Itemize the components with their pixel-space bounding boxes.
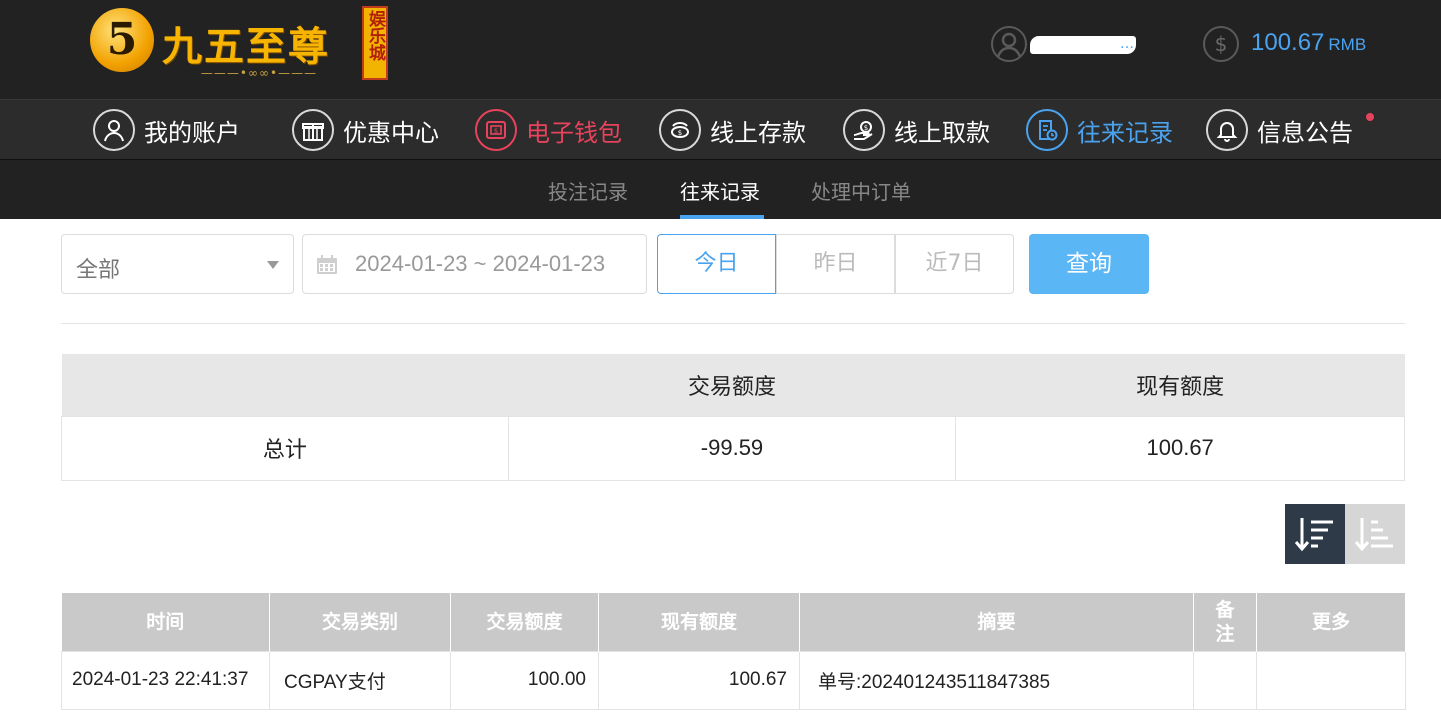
row-note (1193, 650, 1257, 710)
records-header-row: 时间 交易类别 交易额度 现有额度 摘要 备注 更多 (61, 593, 1406, 651)
nav-my-account[interactable]: 我的账户 (93, 108, 240, 152)
top-header: 5 九五至尊 ———•∞∞•——— 娱乐城 … $ 100.67 RMB (0, 0, 1441, 99)
bell-icon (1206, 109, 1248, 151)
records-icon (1026, 109, 1068, 151)
nav-label: 信息公告 (1257, 118, 1353, 147)
col-note: 备注 (1193, 593, 1257, 651)
date-range-picker[interactable]: 2024-01-23 ~ 2024-01-23 (302, 234, 647, 294)
logo-name: 九五至尊 (162, 23, 330, 70)
calendar-icon (317, 255, 337, 274)
nav-announcements[interactable]: 信息公告 (1206, 108, 1353, 152)
summary-header-blank (61, 354, 509, 416)
dollar-coin-icon: $ (1203, 26, 1239, 62)
col-summary: 摘要 (799, 593, 1194, 651)
nav-label: 优惠中心 (343, 118, 439, 147)
row-more[interactable] (1256, 650, 1406, 710)
nav-transaction-records[interactable]: 往来记录 (1026, 108, 1173, 152)
date-range-value: 2024-01-23 ~ 2024-01-23 (355, 251, 606, 276)
logo-badge: 娱乐城 (362, 6, 388, 80)
svg-text:$: $ (494, 127, 498, 135)
summary-header-current-amount: 现有额度 (955, 354, 1405, 416)
tab-bet-records[interactable]: 投注记录 (548, 176, 628, 205)
nav-label: 往来记录 (1077, 118, 1173, 147)
sort-ascending-button[interactable] (1345, 504, 1405, 564)
sort-descending-icon (1294, 518, 1333, 552)
gift-icon (292, 109, 334, 151)
summary-total-row: 总计 -99.59 100.67 (61, 415, 1405, 481)
withdraw-icon: $ (843, 109, 885, 151)
svg-text:$: $ (864, 124, 868, 132)
nav-label: 线上存款 (710, 118, 806, 147)
summary-header-row: 交易额度 现有额度 (61, 354, 1405, 416)
yesterday-button[interactable]: 昨日 (776, 234, 895, 294)
row-category: CGPAY支付 (269, 650, 451, 710)
nav-label: 电子钱包 (526, 118, 622, 147)
col-amount: 交易额度 (450, 593, 599, 651)
summary-total-label: 总计 (61, 415, 509, 481)
summary-table: 交易额度 现有额度 总计 -99.59 100.67 (61, 354, 1405, 481)
nav-promotions[interactable]: 优惠中心 (292, 108, 439, 152)
deposit-icon: $ (659, 109, 701, 151)
logo-flourish: ———•∞∞•——— (200, 66, 318, 80)
row-summary: 单号:202401243511847385 (799, 650, 1194, 710)
chevron-down-icon (267, 261, 279, 269)
sort-ascending-icon (1354, 518, 1393, 552)
select-value: 全部 (76, 258, 121, 283)
tab-pending-orders[interactable]: 处理中订单 (811, 176, 911, 205)
nav-online-deposit[interactable]: $ 线上存款 (659, 108, 806, 152)
svg-text:$: $ (678, 129, 682, 137)
logo-emblem: 5 (90, 8, 154, 72)
active-tab-indicator (680, 215, 764, 219)
row-time: 2024-01-23 22:41:37 (61, 650, 270, 710)
wallet-icon: $ (475, 109, 517, 151)
table-row: 2024-01-23 22:41:37 CGPAY支付 100.00 100.6… (61, 650, 1406, 710)
tab-transaction-records[interactable]: 往来记录 (680, 176, 760, 205)
col-balance: 现有额度 (598, 593, 800, 651)
nav-online-withdraw[interactable]: $ 线上取款 (843, 108, 990, 152)
nav-label: 我的账户 (144, 118, 240, 147)
username[interactable]: … (1030, 30, 1136, 56)
balance-amount: 100.67 (1251, 29, 1325, 56)
summary-trade-amount: -99.59 (507, 415, 957, 481)
sub-nav: 投注记录 往来记录 处理中订单 (0, 160, 1441, 219)
records-table: 时间 交易类别 交易额度 现有额度 摘要 备注 更多 2024-01-23 22… (61, 593, 1406, 710)
last-7-days-button[interactable]: 近7日 (895, 234, 1014, 294)
search-button[interactable]: 查询 (1029, 234, 1149, 294)
col-category: 交易类别 (269, 593, 451, 651)
transaction-type-select[interactable]: 全部 (61, 234, 294, 294)
user-icon (93, 109, 135, 151)
balance-currency: RMB (1328, 35, 1367, 54)
main-nav: 我的账户 优惠中心 $ 电子钱包 $ 线上存款 $ 线上取款 往来记录 信息公告 (0, 99, 1441, 160)
summary-current-amount: 100.67 (955, 415, 1405, 481)
sort-descending-button[interactable] (1285, 504, 1345, 564)
col-time: 时间 (61, 593, 270, 651)
username-text: … (1120, 36, 1134, 52)
site-logo[interactable]: 5 九五至尊 ———•∞∞•——— 娱乐城 (90, 4, 390, 84)
today-button[interactable]: 今日 (657, 234, 776, 294)
summary-header-trade-amount: 交易额度 (508, 354, 956, 416)
nav-e-wallet[interactable]: $ 电子钱包 (475, 108, 622, 152)
nav-label: 线上取款 (894, 118, 990, 147)
user-avatar-icon[interactable] (991, 26, 1027, 62)
notification-dot (1366, 113, 1374, 121)
row-amount: 100.00 (450, 650, 599, 710)
col-more: 更多 (1256, 593, 1406, 651)
divider (61, 323, 1405, 324)
row-balance: 100.67 (598, 650, 800, 710)
account-balance: 100.67 RMB (1251, 29, 1366, 57)
